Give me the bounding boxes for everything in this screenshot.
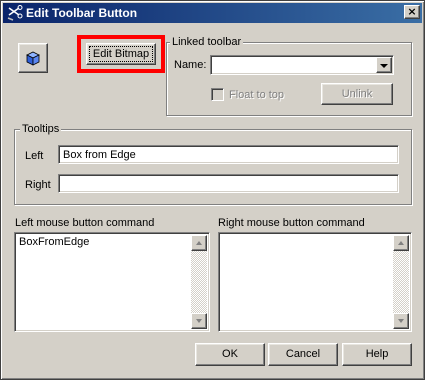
- right-scroll-down-button[interactable]: [393, 313, 409, 329]
- cancel-label: Cancel: [285, 348, 321, 360]
- edit-bitmap-button[interactable]: Edit Bitmap: [86, 43, 156, 65]
- blue-box-icon: [26, 51, 40, 66]
- help-button[interactable]: Help: [342, 343, 412, 366]
- close-button[interactable]: ×: [404, 5, 420, 19]
- title-bar[interactable]: Edit Toolbar Button ×: [3, 3, 422, 23]
- float-to-top-checkbox[interactable]: [211, 88, 224, 101]
- tooltips-group: [14, 129, 412, 205]
- chevron-up-icon: [196, 241, 202, 245]
- edit-bitmap-label: Edit Bitmap: [92, 48, 150, 60]
- left-scroll-up-button[interactable]: [191, 235, 207, 251]
- left-scroll-down-button[interactable]: [191, 313, 207, 329]
- left-tooltip-value: Box from Edge: [63, 149, 136, 161]
- unlink-button[interactable]: Unlink: [321, 83, 393, 105]
- chevron-down-icon: [196, 319, 202, 323]
- window-title: Edit Toolbar Button: [26, 6, 138, 20]
- bitmap-preview-button[interactable]: [18, 43, 48, 73]
- toolbar-name-combobox[interactable]: [210, 55, 394, 75]
- tooltips-legend: Tooltips: [20, 123, 62, 135]
- right-tooltip-input[interactable]: [58, 174, 399, 193]
- chevron-down-icon: [380, 64, 388, 68]
- chevron-down-icon: [398, 319, 404, 323]
- left-tooltip-input[interactable]: Box from Edge: [58, 145, 399, 164]
- left-command-label: Left mouse button command: [15, 217, 155, 229]
- name-label: Name:: [174, 59, 207, 71]
- right-scroll-up-button[interactable]: [393, 235, 409, 251]
- right-tooltip-label: Right: [25, 179, 51, 191]
- float-to-top-label: Float to top: [229, 89, 285, 101]
- help-label: Help: [365, 348, 389, 360]
- close-icon: ×: [407, 5, 417, 18]
- right-command-label: Right mouse button command: [218, 217, 365, 229]
- left-tooltip-label: Left: [25, 150, 44, 162]
- unlink-label: Unlink: [341, 88, 373, 100]
- ok-button[interactable]: OK: [195, 343, 265, 366]
- right-command-textarea[interactable]: [218, 232, 412, 332]
- chevron-up-icon: [398, 241, 404, 245]
- right-command-scrollbar[interactable]: [393, 235, 409, 329]
- left-command-textarea[interactable]: BoxFromEdge: [14, 232, 210, 332]
- left-command-scrollbar[interactable]: [191, 235, 207, 329]
- ok-label: OK: [222, 348, 238, 360]
- scissors-app-icon: [7, 5, 23, 21]
- linked-toolbar-legend: Linked toolbar: [170, 36, 244, 48]
- cancel-button[interactable]: Cancel: [268, 343, 338, 366]
- left-command-value: BoxFromEdge: [19, 236, 90, 248]
- edit-toolbar-button-dialog: Edit Toolbar Button × Edit Bitmap Linked…: [0, 0, 425, 380]
- name-dropdown-button[interactable]: [376, 57, 392, 73]
